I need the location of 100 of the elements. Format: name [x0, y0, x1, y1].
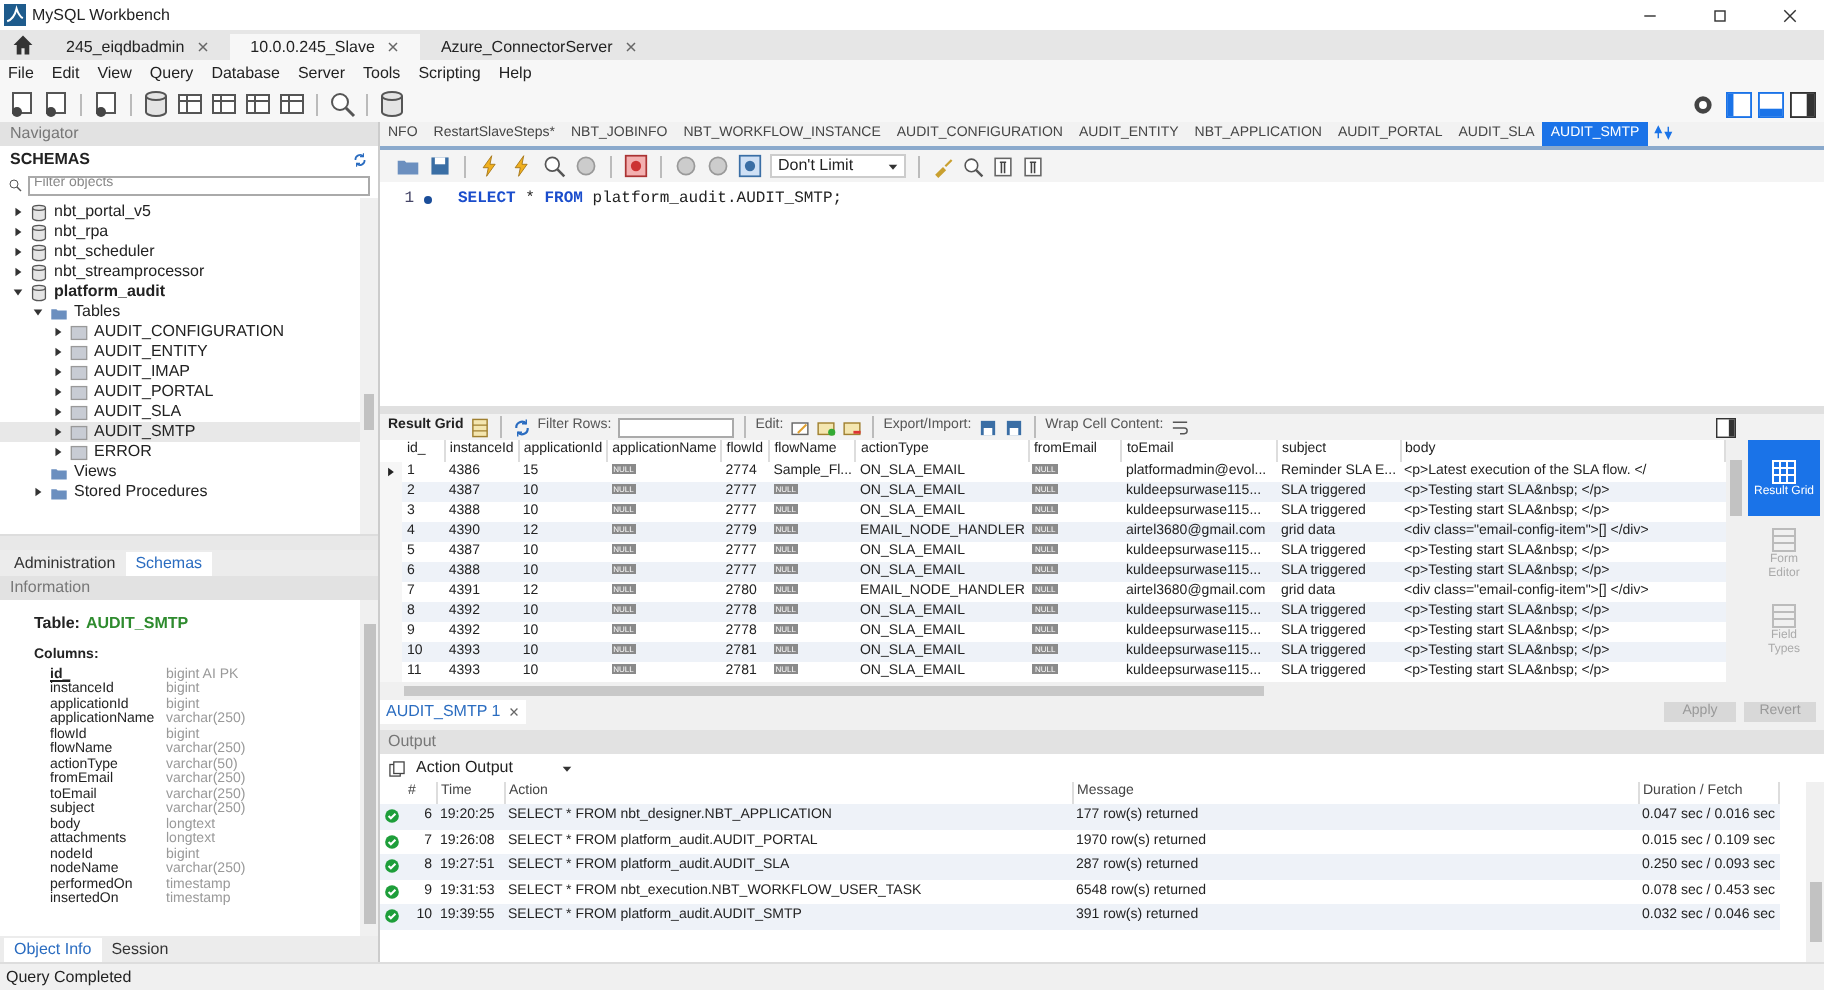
table-icon[interactable]	[210, 90, 238, 118]
output-selector[interactable]: Action Output	[412, 757, 576, 779]
menu-item[interactable]: Server	[297, 61, 345, 85]
grid-icon	[1770, 526, 1798, 554]
expand-arrow-icon[interactable]	[52, 406, 64, 418]
panel-tab[interactable]: Administration	[4, 551, 126, 575]
expand-arrow-icon[interactable]	[12, 246, 24, 258]
document-icon[interactable]	[8, 90, 36, 118]
tree-item[interactable]: AUDIT_ENTITY	[0, 342, 360, 362]
menu-item[interactable]: Edit	[51, 61, 80, 85]
table-icon[interactable]	[278, 90, 306, 118]
menu-item[interactable]: Tools	[363, 61, 401, 85]
search-icon[interactable]	[328, 90, 356, 118]
table-icon[interactable]	[244, 90, 272, 118]
result-tab[interactable]: AUDIT_SMTP 1	[380, 699, 527, 723]
database-icon	[30, 243, 48, 261]
delete-row-icon[interactable]	[841, 417, 862, 437]
expand-arrow-icon[interactable]	[12, 226, 24, 238]
circle-icon[interactable]	[706, 154, 730, 178]
circle-icon[interactable]	[674, 154, 698, 178]
panel-tab[interactable]: Schemas	[125, 551, 213, 575]
menu-item[interactable]: Query	[149, 61, 194, 85]
export-icon[interactable]	[977, 417, 998, 437]
tree-item[interactable]: platform_audit	[0, 282, 360, 302]
database-icon[interactable]	[378, 90, 406, 118]
scrollbar[interactable]	[360, 198, 378, 534]
sidebar-toggle-icon[interactable]	[1726, 91, 1752, 117]
info-label: Table:	[34, 612, 80, 636]
expand-arrow-icon[interactable]	[52, 386, 64, 398]
tree-item[interactable]: AUDIT_IMAP	[0, 362, 360, 382]
panel-tab[interactable]: Session	[101, 937, 179, 961]
database-icon	[30, 203, 48, 221]
table-icon[interactable]	[176, 90, 204, 118]
tree-item[interactable]: Stored Procedures	[0, 482, 360, 502]
copy-icon[interactable]	[388, 759, 406, 777]
expand-arrow-icon[interactable]	[32, 306, 44, 318]
expand-arrow-icon[interactable]	[52, 346, 64, 358]
tree-item[interactable]: AUDIT_PORTAL	[0, 382, 360, 402]
refresh-icon[interactable]	[352, 151, 368, 167]
database-icon	[30, 283, 48, 301]
expand-arrow-icon[interactable]	[52, 426, 64, 438]
expand-arrow-icon[interactable]	[52, 366, 64, 378]
add-row-icon[interactable]	[815, 417, 836, 437]
scrollbar[interactable]	[1806, 782, 1824, 962]
tree-item[interactable]: nbt_rpa	[0, 222, 360, 242]
panel-tab[interactable]: Object Info	[4, 937, 102, 961]
close-icon[interactable]	[386, 40, 401, 54]
document-icon[interactable]	[42, 90, 70, 118]
tree-item[interactable]: nbt_portal_v5	[0, 202, 360, 222]
output-toggle-icon[interactable]	[1758, 91, 1784, 117]
expand-arrow-icon[interactable]	[52, 446, 64, 458]
tree-item[interactable]: Tables	[0, 302, 360, 322]
expand-arrow-icon[interactable]	[32, 486, 44, 498]
scrollbar[interactable]	[0, 534, 378, 550]
edit-icon[interactable]	[789, 417, 810, 437]
expand-arrow-icon[interactable]	[52, 326, 64, 338]
current-row-arrow-icon	[386, 466, 396, 478]
expand-arrow-icon[interactable]	[12, 286, 24, 298]
home-icon[interactable]	[12, 34, 34, 56]
search-icon[interactable]	[962, 155, 984, 177]
panel-toggle-icon[interactable]	[1790, 91, 1816, 117]
tree-item[interactable]: ERROR	[0, 442, 360, 462]
toggle-icon[interactable]	[624, 154, 648, 178]
close-icon[interactable]	[508, 705, 521, 717]
toggle-icon[interactable]	[738, 154, 762, 178]
menu-item[interactable]: Scripting	[418, 61, 481, 85]
lightning-icon[interactable]	[510, 154, 534, 178]
tree-item[interactable]: AUDIT_CONFIGURATION	[0, 322, 360, 342]
tree-item[interactable]: AUDIT_SMTP	[0, 422, 360, 442]
scrollbar[interactable]	[360, 600, 378, 936]
save-icon[interactable]	[428, 154, 452, 178]
menu-item[interactable]: File	[8, 61, 34, 85]
menu-item[interactable]: Help	[498, 61, 532, 85]
table-name: AUDIT_SMTP	[85, 612, 189, 636]
limit-dropdown[interactable]: Don't Limit	[770, 154, 906, 178]
import-icon[interactable]	[1003, 417, 1024, 437]
dropdown-arrow-icon	[562, 763, 572, 773]
search-icon[interactable]	[542, 154, 566, 178]
refresh-icon[interactable]	[511, 417, 532, 437]
database-icon[interactable]	[142, 90, 170, 118]
tree-item[interactable]: Views	[0, 462, 360, 482]
panel-toggle-icon[interactable]	[1716, 417, 1736, 437]
maximize-icon[interactable]	[1710, 5, 1730, 25]
tree-item[interactable]: AUDIT_SLA	[0, 402, 360, 422]
close-icon[interactable]	[1780, 5, 1800, 25]
menu-item[interactable]: View	[97, 61, 132, 85]
menu-item[interactable]: Database	[211, 61, 280, 85]
grid-icon	[1770, 602, 1798, 630]
grid-icon[interactable]	[469, 417, 490, 437]
connection-tab[interactable]: 10.0.0.245_Slave	[230, 34, 421, 60]
expand-arrow-icon[interactable]	[12, 266, 24, 278]
tab-scroll-arrows-icon[interactable]	[1649, 124, 1678, 144]
filter-rows-field[interactable]	[617, 417, 734, 437]
paragraph-icon[interactable]	[992, 155, 1014, 177]
lightning-icon[interactable]	[478, 154, 502, 178]
expand-arrow-icon[interactable]	[12, 206, 24, 218]
settings-icon[interactable]	[1692, 93, 1714, 115]
panel-header: Output	[380, 730, 1824, 754]
tree-item[interactable]: nbt_streamprocessor	[0, 262, 360, 282]
tree-item[interactable]: nbt_scheduler	[0, 242, 360, 262]
